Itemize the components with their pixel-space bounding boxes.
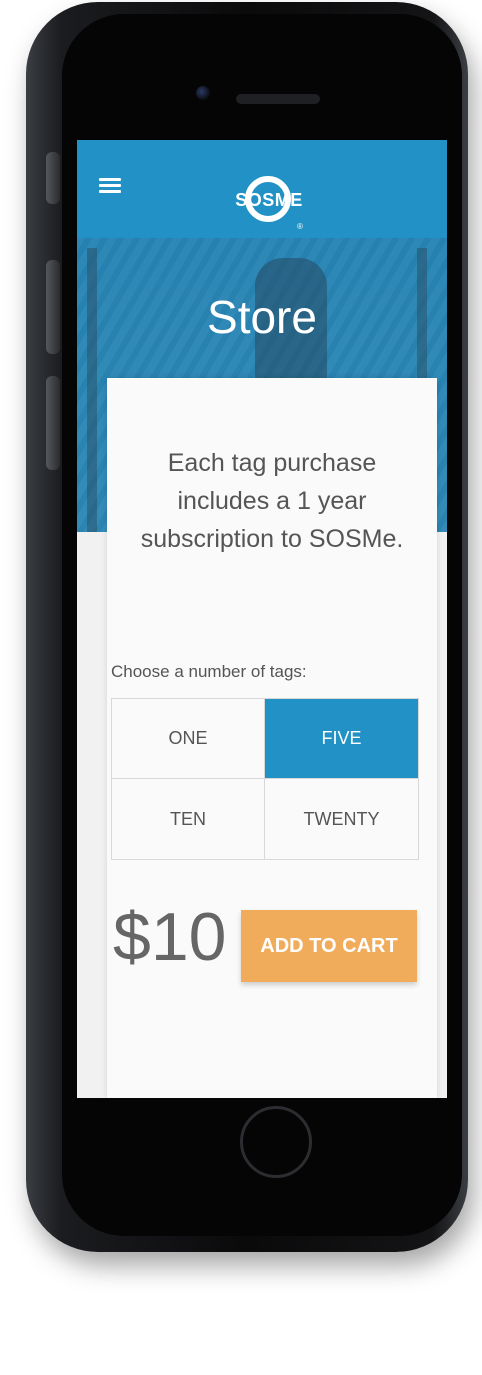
choose-tags-label: Choose a number of tags: <box>111 662 307 681</box>
registered-mark: ® <box>297 222 303 231</box>
page-title: Store <box>207 291 317 343</box>
store-card: Each tag purchase includes a 1 year subs… <box>107 378 437 1098</box>
intro-text: Each tag purchase includes a 1 year subs… <box>140 449 404 553</box>
tag-option-one[interactable]: ONE <box>112 699 265 779</box>
tag-option-twenty[interactable]: TWENTY <box>265 779 418 859</box>
mute-switch <box>46 152 60 204</box>
tag-option-ten[interactable]: TEN <box>112 779 265 859</box>
price-display: $10 <box>113 899 227 975</box>
front-camera <box>196 86 210 100</box>
app-screen: Store SOSME ® Each tag purchase includes… <box>77 140 447 1098</box>
top-navigation-bar: SOSME ® <box>77 140 447 238</box>
earpiece-speaker <box>236 94 320 104</box>
menu-icon[interactable] <box>99 178 121 194</box>
tag-count-selector: ONE FIVE TEN TWENTY <box>111 698 419 860</box>
tag-option-five[interactable]: FIVE <box>265 699 418 779</box>
logo-text: SOSME <box>235 190 303 210</box>
add-to-cart-button[interactable]: ADD TO CART <box>241 910 417 982</box>
volume-down-button <box>46 376 60 470</box>
sosme-logo[interactable]: SOSME ® <box>227 176 311 234</box>
home-button[interactable] <box>240 1106 312 1178</box>
volume-up-button <box>46 260 60 354</box>
